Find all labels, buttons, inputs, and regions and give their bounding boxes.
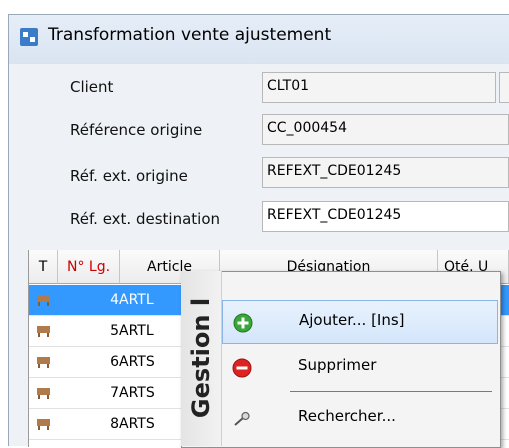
row-article: ARTS [119,354,155,370]
ref-ext-origine-field[interactable]: REFEXT_CDE01245 [262,157,509,188]
menu-item-search[interactable]: Rechercher... [222,397,498,441]
row-article: ARTL [119,323,154,339]
client-field[interactable]: CLT01 [262,72,496,103]
client-field-extra[interactable] [499,72,509,103]
menu-separator [290,391,492,392]
ref-origine-label: Référence origine [70,121,203,139]
column-header-type[interactable]: T [29,250,58,284]
menu-item-delete-label: Supprimer [298,356,377,374]
row-article: ARTS [119,385,155,401]
row-line-number: 5 [110,323,119,339]
search-icon [234,411,250,426]
ref-ext-destination-field[interactable]: REFEXT_CDE01245 [262,201,509,232]
row-article: ARTS [119,416,155,432]
row-line-number: 4 [110,292,119,308]
menu-item-add[interactable]: Ajouter... [Ins] [222,300,498,344]
ref-origine-field[interactable]: CC_000454 [262,114,509,145]
row-line-number: 7 [110,385,119,401]
client-label: Client [70,78,114,96]
ref-ext-destination-label: Réf. ext. destination [70,210,221,228]
row-line-number: 8 [110,416,119,432]
window-title: Transformation vente ajustement [48,25,332,45]
window: Transformation vente ajustement Client C… [0,0,509,448]
add-icon [233,313,253,333]
column-header-line-number[interactable]: N° Lg. [58,250,120,284]
context-menu-title: Gestion l [187,297,215,419]
menu-item-add-label: Ajouter... [Ins] [299,311,405,329]
row-line-number: 6 [110,354,119,370]
app-icon [20,28,38,46]
menu-item-delete[interactable]: Supprimer [222,346,498,390]
row-article: ARTL [119,292,154,308]
delete-icon [232,358,252,378]
ref-ext-origine-label: Réf. ext. origine [70,167,188,185]
menu-item-search-label: Rechercher... [298,407,396,425]
